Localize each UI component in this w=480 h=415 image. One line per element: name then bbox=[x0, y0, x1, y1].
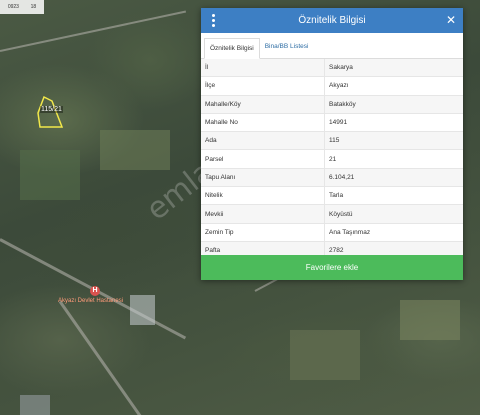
scale-bar: 0923 18 bbox=[0, 0, 44, 14]
row-key: Ada bbox=[201, 132, 325, 150]
field bbox=[100, 130, 170, 170]
field bbox=[130, 295, 155, 325]
row-key: İl bbox=[201, 59, 325, 77]
hospital-icon[interactable]: H bbox=[90, 286, 100, 296]
table-row: Nitelik Tarla bbox=[201, 187, 463, 206]
row-key: Mahalle/Köy bbox=[201, 95, 325, 113]
table-row: Mevkii Köyüstü bbox=[201, 205, 463, 224]
field bbox=[20, 395, 50, 415]
vertical-dots-icon[interactable] bbox=[209, 14, 217, 27]
row-value: 21 bbox=[329, 155, 337, 163]
table-row: Tapu Alanı 6.104,21 bbox=[201, 168, 463, 188]
attribute-panel: Öznitelik Bilgisi ✕ Öznitelik Bilgisi Bi… bbox=[201, 8, 463, 280]
row-value: Batakköy bbox=[329, 100, 356, 108]
row-value: 115 bbox=[329, 137, 340, 145]
add-to-favorites-button[interactable]: Favorilere ekle bbox=[201, 255, 463, 280]
row-value: Köyüstü bbox=[329, 210, 353, 218]
scale-label: 0923 bbox=[7, 4, 19, 10]
row-key: İlçe bbox=[201, 77, 325, 95]
row-value: Ana Taşınmaz bbox=[329, 228, 371, 236]
table-row: Ada 115 bbox=[201, 132, 463, 151]
panel-header: Öznitelik Bilgisi ✕ bbox=[201, 8, 463, 33]
parcel-label: 115/21 bbox=[40, 106, 63, 113]
row-value: Tarla bbox=[329, 192, 344, 200]
row-key: Mahalle No bbox=[201, 113, 325, 132]
row-value: 14991 bbox=[329, 119, 348, 127]
road bbox=[0, 10, 187, 52]
close-icon[interactable]: ✕ bbox=[446, 13, 456, 27]
table-row: Parsel 21 bbox=[201, 150, 463, 169]
table-row: Mahalle/Köy Batakköy bbox=[201, 95, 463, 114]
table-row: İl Sakarya bbox=[201, 59, 463, 78]
tab-bar: Öznitelik Bilgisi Bina/BB Listesi bbox=[201, 33, 463, 59]
tab-attribute-info[interactable]: Öznitelik Bilgisi bbox=[204, 38, 260, 59]
table-row: Zemin Tip Ana Taşınmaz bbox=[201, 223, 463, 242]
field bbox=[290, 330, 360, 380]
table-row: İlçe Akyazı bbox=[201, 77, 463, 96]
row-value: 6.104,21 bbox=[329, 173, 355, 181]
row-key: Zemin Tip bbox=[201, 223, 325, 241]
row-key: Nitelik bbox=[201, 187, 325, 205]
table-row: Mahalle No 14991 bbox=[201, 113, 463, 133]
row-key: Tapu Alanı bbox=[201, 168, 325, 187]
row-value: Akyazı bbox=[329, 82, 349, 90]
scale-label: 18 bbox=[30, 4, 37, 10]
panel-title: Öznitelik Bilgisi bbox=[298, 15, 366, 26]
row-value: Sakarya bbox=[329, 64, 353, 72]
tab-building-list[interactable]: Bina/BB Listesi bbox=[260, 37, 314, 58]
poi-label: Akyazı Devlet Hastanesi bbox=[58, 298, 124, 304]
attribute-table: İl Sakarya İlçe Akyazı Mahalle/Köy Batakköy… bbox=[201, 59, 463, 261]
row-key: Mevkii bbox=[201, 205, 325, 223]
row-key: Parsel bbox=[201, 150, 325, 168]
row-value: 2782 bbox=[329, 247, 344, 255]
field bbox=[20, 150, 80, 200]
field bbox=[400, 300, 460, 340]
